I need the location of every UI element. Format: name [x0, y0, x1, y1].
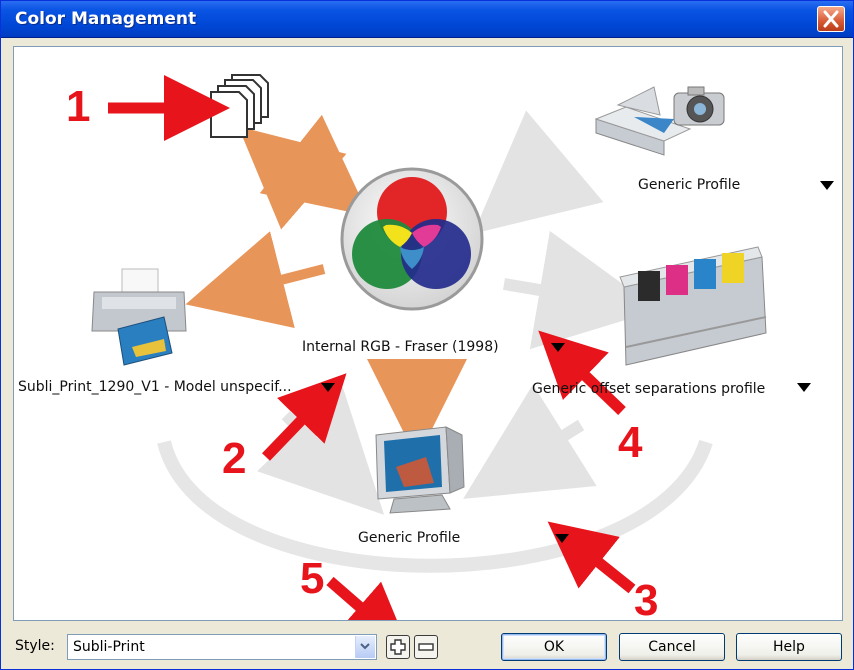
style-select-value: Subli-Print: [73, 639, 145, 655]
add-style-button[interactable]: [386, 635, 410, 659]
ok-button[interactable]: OK: [501, 633, 607, 661]
style-select[interactable]: Subli-Print: [67, 634, 377, 660]
minus-icon: [418, 643, 434, 651]
style-label: Style:: [15, 638, 55, 654]
scanner-flow-arrow: [473, 110, 604, 234]
diagram-panel: Generic Profile Internal RGB - Fraser (1…: [13, 46, 843, 625]
documents-icon: [210, 74, 269, 138]
callout-arrow-5: [326, 576, 410, 620]
callout-arrow-3: [547, 521, 636, 594]
scanner-profile-dropdown[interactable]: [820, 181, 834, 190]
printer-profile-dropdown[interactable]: [321, 383, 335, 392]
internal-rgb-label: Internal RGB - Fraser (1998): [302, 339, 499, 355]
callout-number-5: 5: [300, 554, 325, 603]
scanner-camera-icon: [594, 86, 725, 156]
monitor-profile-label: Generic Profile: [358, 530, 461, 546]
internal-rgb-dropdown[interactable]: [551, 343, 565, 352]
monitor-profile-dropdown[interactable]: [555, 534, 569, 543]
monitor-icon: [375, 426, 465, 514]
callout-number-2: 2: [222, 434, 247, 483]
color-management-dialog: Color Management Generic Profile Interna…: [0, 0, 854, 670]
press-flow-arrow: [503, 230, 659, 350]
printer-icon: [91, 268, 187, 366]
rgb-to-printer-arrow: [185, 231, 326, 329]
scanner-profile-label: Generic Profile: [638, 177, 741, 193]
chevron-down-icon[interactable]: [355, 636, 375, 658]
press-to-monitor-arrow: [463, 384, 597, 499]
callout-number-1: 1: [66, 82, 91, 131]
window-title: Color Management: [15, 9, 197, 29]
press-profile-label: Generic offset separations profile: [532, 381, 766, 397]
callout-number-3: 3: [634, 576, 659, 625]
printing-press-icon: [619, 246, 767, 366]
callout-number-4: 4: [618, 418, 643, 467]
close-icon: [823, 10, 839, 28]
plus-icon: [390, 639, 406, 655]
cancel-button[interactable]: Cancel: [619, 633, 725, 661]
printer-profile-label: Subli_Print_1290_V1 - Model unspecif...: [18, 379, 292, 395]
help-button[interactable]: Help: [736, 633, 842, 661]
remove-style-button[interactable]: [414, 635, 438, 659]
color-wheel-icon: [340, 167, 484, 311]
close-button[interactable]: [817, 6, 845, 32]
press-profile-dropdown[interactable]: [797, 383, 811, 392]
title-bar: Color Management: [1, 1, 853, 38]
